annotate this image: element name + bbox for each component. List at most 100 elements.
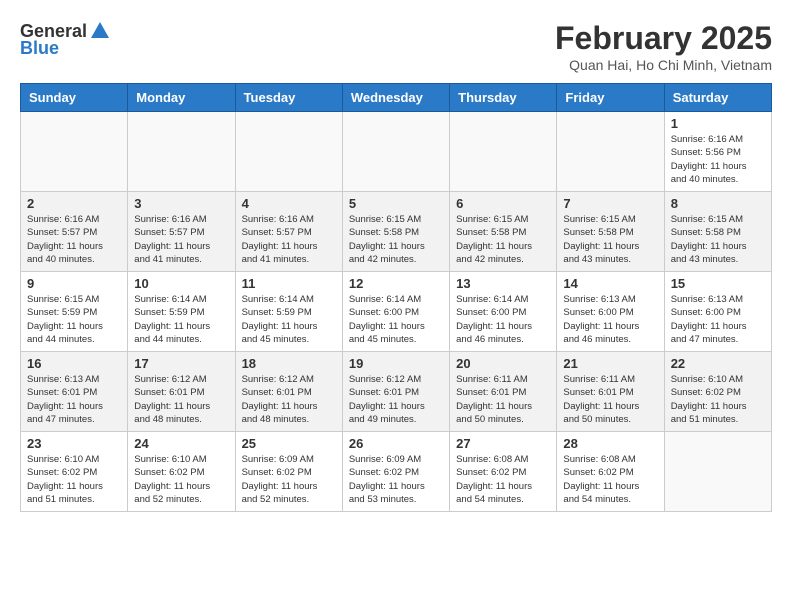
day-info: Sunrise: 6:13 AM Sunset: 6:00 PM Dayligh…	[563, 293, 657, 346]
day-info: Sunrise: 6:10 AM Sunset: 6:02 PM Dayligh…	[27, 453, 121, 506]
logo-icon	[89, 20, 111, 42]
calendar-cell	[557, 112, 664, 192]
calendar-cell	[342, 112, 449, 192]
calendar-cell: 21 Sunrise: 6:11 AM Sunset: 6:01 PM Dayli…	[557, 352, 664, 432]
calendar-cell: 25 Sunrise: 6:09 AM Sunset: 6:02 PM Dayli…	[235, 432, 342, 512]
page-header: General Blue February 2025 Quan Hai, Ho …	[20, 20, 772, 73]
day-info: Sunrise: 6:10 AM Sunset: 6:02 PM Dayligh…	[134, 453, 228, 506]
day-info: Sunrise: 6:15 AM Sunset: 5:59 PM Dayligh…	[27, 293, 121, 346]
calendar-cell: 27Sunrise: 6:08 AM Sunset: 6:02 PM Dayli…	[450, 432, 557, 512]
day-number: 3	[134, 196, 228, 211]
calendar-cell: 16Sunrise: 6:13 AM Sunset: 6:01 PM Dayli…	[21, 352, 128, 432]
calendar-cell: 28 Sunrise: 6:08 AM Sunset: 6:02 PM Dayli…	[557, 432, 664, 512]
calendar-cell: 19 Sunrise: 6:12 AM Sunset: 6:01 PM Dayli…	[342, 352, 449, 432]
calendar-cell	[450, 112, 557, 192]
day-info: Sunrise: 6:08 AM Sunset: 6:02 PM Dayligh…	[456, 453, 550, 506]
calendar-cell: 18 Sunrise: 6:12 AM Sunset: 6:01 PM Dayli…	[235, 352, 342, 432]
day-info: Sunrise: 6:08 AM Sunset: 6:02 PM Dayligh…	[563, 453, 657, 506]
logo-blue-text: Blue	[20, 38, 59, 59]
calendar-cell: 10 Sunrise: 6:14 AM Sunset: 5:59 PM Dayli…	[128, 272, 235, 352]
day-info: Sunrise: 6:12 AM Sunset: 6:01 PM Dayligh…	[349, 373, 443, 426]
calendar-cell: 4 Sunrise: 6:16 AM Sunset: 5:57 PM Daylig…	[235, 192, 342, 272]
calendar-cell: 17Sunrise: 6:12 AM Sunset: 6:01 PM Dayli…	[128, 352, 235, 432]
day-number: 25	[242, 436, 336, 451]
day-info: Sunrise: 6:12 AM Sunset: 6:01 PM Dayligh…	[242, 373, 336, 426]
calendar-cell: 20 Sunrise: 6:11 AM Sunset: 6:01 PM Dayli…	[450, 352, 557, 432]
calendar-cell: 1 Sunrise: 6:16 AM Sunset: 5:56 PM Daylig…	[664, 112, 771, 192]
calendar-cell: 14 Sunrise: 6:13 AM Sunset: 6:00 PM Dayli…	[557, 272, 664, 352]
weekday-header-friday: Friday	[557, 84, 664, 112]
calendar-cell	[235, 112, 342, 192]
day-number: 24	[134, 436, 228, 451]
weekday-header-monday: Monday	[128, 84, 235, 112]
calendar-cell: 2 Sunrise: 6:16 AM Sunset: 5:57 PM Daylig…	[21, 192, 128, 272]
day-info: Sunrise: 6:10 AM Sunset: 6:02 PM Dayligh…	[671, 373, 765, 426]
calendar-cell: 7 Sunrise: 6:15 AM Sunset: 5:58 PM Daylig…	[557, 192, 664, 272]
day-number: 10	[134, 276, 228, 291]
day-number: 12	[349, 276, 443, 291]
day-number: 21	[563, 356, 657, 371]
calendar-cell	[21, 112, 128, 192]
month-title: February 2025	[555, 20, 772, 57]
day-number: 6	[456, 196, 550, 211]
weekday-header-tuesday: Tuesday	[235, 84, 342, 112]
calendar-cell: 24 Sunrise: 6:10 AM Sunset: 6:02 PM Dayli…	[128, 432, 235, 512]
calendar-cell: 13Sunrise: 6:14 AM Sunset: 6:00 PM Dayli…	[450, 272, 557, 352]
day-info: Sunrise: 6:16 AM Sunset: 5:57 PM Dayligh…	[27, 213, 121, 266]
calendar-cell: 23 Sunrise: 6:10 AM Sunset: 6:02 PM Dayli…	[21, 432, 128, 512]
day-info: Sunrise: 6:15 AM Sunset: 5:58 PM Dayligh…	[349, 213, 443, 266]
weekday-header-thursday: Thursday	[450, 84, 557, 112]
day-info: Sunrise: 6:11 AM Sunset: 6:01 PM Dayligh…	[456, 373, 550, 426]
day-info: Sunrise: 6:14 AM Sunset: 6:00 PM Dayligh…	[456, 293, 550, 346]
day-number: 8	[671, 196, 765, 211]
day-number: 26	[349, 436, 443, 451]
calendar-week-row: 1 Sunrise: 6:16 AM Sunset: 5:56 PM Daylig…	[21, 112, 772, 192]
day-number: 19	[349, 356, 443, 371]
calendar-cell: 22 Sunrise: 6:10 AM Sunset: 6:02 PM Dayli…	[664, 352, 771, 432]
day-number: 11	[242, 276, 336, 291]
day-info: Sunrise: 6:12 AM Sunset: 6:01 PM Dayligh…	[134, 373, 228, 426]
calendar-week-row: 16Sunrise: 6:13 AM Sunset: 6:01 PM Dayli…	[21, 352, 772, 432]
day-info: Sunrise: 6:09 AM Sunset: 6:02 PM Dayligh…	[242, 453, 336, 506]
day-info: Sunrise: 6:13 AM Sunset: 6:00 PM Dayligh…	[671, 293, 765, 346]
calendar-cell: 8 Sunrise: 6:15 AM Sunset: 5:58 PM Daylig…	[664, 192, 771, 272]
day-info: Sunrise: 6:11 AM Sunset: 6:01 PM Dayligh…	[563, 373, 657, 426]
calendar-table: SundayMondayTuesdayWednesdayThursdayFrid…	[20, 83, 772, 512]
location-subtitle: Quan Hai, Ho Chi Minh, Vietnam	[555, 57, 772, 73]
day-number: 2	[27, 196, 121, 211]
calendar-cell: 5 Sunrise: 6:15 AM Sunset: 5:58 PM Daylig…	[342, 192, 449, 272]
day-number: 5	[349, 196, 443, 211]
calendar-cell: 15 Sunrise: 6:13 AM Sunset: 6:00 PM Dayli…	[664, 272, 771, 352]
day-number: 14	[563, 276, 657, 291]
calendar-cell: 11 Sunrise: 6:14 AM Sunset: 5:59 PM Dayli…	[235, 272, 342, 352]
day-info: Sunrise: 6:16 AM Sunset: 5:57 PM Dayligh…	[242, 213, 336, 266]
calendar-cell: 6 Sunrise: 6:15 AM Sunset: 5:58 PM Daylig…	[450, 192, 557, 272]
day-number: 15	[671, 276, 765, 291]
calendar-cell: 9 Sunrise: 6:15 AM Sunset: 5:59 PM Daylig…	[21, 272, 128, 352]
day-info: Sunrise: 6:14 AM Sunset: 6:00 PM Dayligh…	[349, 293, 443, 346]
weekday-header-sunday: Sunday	[21, 84, 128, 112]
day-number: 28	[563, 436, 657, 451]
day-info: Sunrise: 6:16 AM Sunset: 5:57 PM Dayligh…	[134, 213, 228, 266]
day-number: 4	[242, 196, 336, 211]
day-number: 20	[456, 356, 550, 371]
day-info: Sunrise: 6:14 AM Sunset: 5:59 PM Dayligh…	[242, 293, 336, 346]
calendar-week-row: 9 Sunrise: 6:15 AM Sunset: 5:59 PM Daylig…	[21, 272, 772, 352]
day-number: 9	[27, 276, 121, 291]
calendar-week-row: 23 Sunrise: 6:10 AM Sunset: 6:02 PM Dayli…	[21, 432, 772, 512]
day-number: 18	[242, 356, 336, 371]
day-number: 22	[671, 356, 765, 371]
day-info: Sunrise: 6:14 AM Sunset: 5:59 PM Dayligh…	[134, 293, 228, 346]
weekday-header-wednesday: Wednesday	[342, 84, 449, 112]
title-section: February 2025 Quan Hai, Ho Chi Minh, Vie…	[555, 20, 772, 73]
calendar-cell: 3 Sunrise: 6:16 AM Sunset: 5:57 PM Daylig…	[128, 192, 235, 272]
day-info: Sunrise: 6:16 AM Sunset: 5:56 PM Dayligh…	[671, 133, 765, 186]
day-info: Sunrise: 6:15 AM Sunset: 5:58 PM Dayligh…	[563, 213, 657, 266]
calendar-cell: 12 Sunrise: 6:14 AM Sunset: 6:00 PM Dayli…	[342, 272, 449, 352]
day-info: Sunrise: 6:15 AM Sunset: 5:58 PM Dayligh…	[456, 213, 550, 266]
day-number: 23	[27, 436, 121, 451]
logo: General Blue	[20, 20, 111, 59]
day-info: Sunrise: 6:15 AM Sunset: 5:58 PM Dayligh…	[671, 213, 765, 266]
day-number: 1	[671, 116, 765, 131]
day-number: 7	[563, 196, 657, 211]
